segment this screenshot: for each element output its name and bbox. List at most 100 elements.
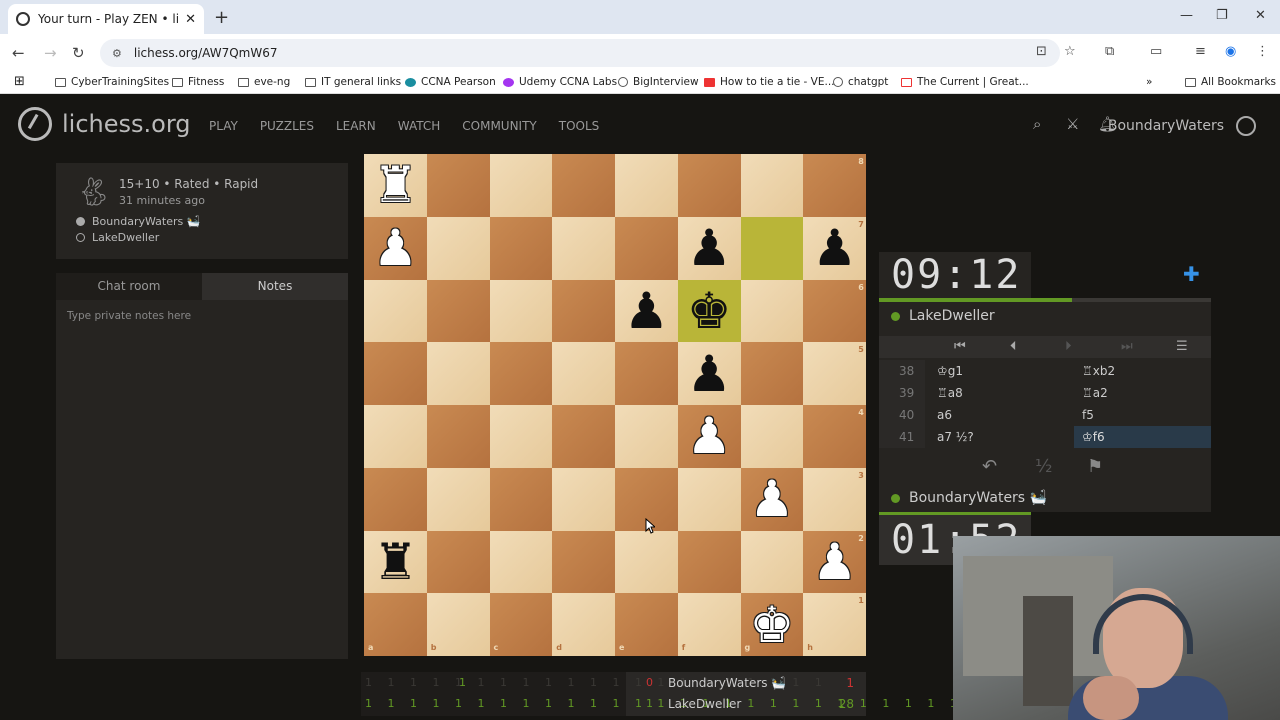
square-h6[interactable] [803,279,866,343]
white-king-icon[interactable]: ♚ [741,593,804,656]
square-c4[interactable] [489,405,553,468]
last-move-icon[interactable]: ⏭ [1121,339,1133,354]
white-pawn-icon[interactable]: ♟ [364,217,427,280]
menu-icon[interactable]: ⋮ [1256,44,1269,59]
bookmark-item[interactable]: BigInterview [618,76,699,88]
white-move[interactable]: a6 [937,404,952,426]
square-b8[interactable] [426,154,490,217]
white-rook-icon[interactable]: ♜ [364,154,427,217]
square-d2[interactable] [552,530,615,594]
square-d8[interactable] [552,154,615,217]
challenge-icon[interactable]: ⚔ [1066,115,1079,133]
forward-icon[interactable]: → [44,44,57,62]
square-b4[interactable] [426,405,490,468]
add-time-icon[interactable]: ✚ [1183,262,1200,286]
square-f2[interactable] [677,530,741,594]
apps-icon[interactable]: ⊞ [14,74,25,89]
black-pawn-icon[interactable]: ♟ [803,217,866,280]
back-icon[interactable]: ← [12,44,25,62]
square-h3[interactable] [803,467,866,531]
square-c8[interactable] [489,154,553,217]
square-e4[interactable] [615,405,678,468]
square-a5[interactable] [364,342,427,405]
square-a4[interactable] [364,405,427,468]
install-icon[interactable]: ⊡ [1036,44,1047,59]
square-h4[interactable] [803,405,866,468]
square-c1[interactable] [489,593,553,656]
square-b6[interactable] [426,279,490,343]
search-icon[interactable]: ⌕ [1033,115,1041,133]
square-d3[interactable] [552,467,615,531]
profile-icon[interactable]: ◉ [1225,44,1236,59]
square-a6[interactable] [364,279,427,343]
browser-tab[interactable]: Your turn - Play ZEN • lichess.org ✕ [8,4,204,34]
square-c2[interactable] [489,530,553,594]
square-b5[interactable] [426,342,490,405]
nav-tools[interactable]: TOOLS [559,119,600,133]
prev-move-icon[interactable]: ⏴ [1010,339,1017,354]
url-field[interactable]: ⚙ lichess.org/AW7QmW67 [100,39,1060,67]
black-pawn-icon[interactable]: ♟ [678,217,741,280]
resign-button[interactable]: ⚑ [1087,456,1103,477]
user-menu[interactable]: BoundaryWaters [1108,118,1224,134]
crosstable-p1-name[interactable]: BoundaryWaters 🛀 [668,676,786,690]
square-g8[interactable] [740,154,804,217]
notes-textarea[interactable]: Type private notes here [67,310,191,322]
bookmark-item[interactable]: eve-ng [238,76,290,88]
nav-puzzles[interactable]: PUZZLES [260,119,314,133]
square-h8[interactable] [803,154,866,217]
black-move[interactable]: ♔f6 [1074,426,1211,448]
hamburger-menu-icon[interactable]: ☰ [1176,339,1188,354]
bookmark-item[interactable]: Udemy CCNA Labs [503,76,617,88]
my-player-name[interactable]: BoundaryWaters 🛀 [891,490,1047,506]
square-b7[interactable] [426,216,490,280]
square-f8[interactable] [677,154,741,217]
square-b2[interactable] [426,530,490,594]
black-rook-icon[interactable]: ♜ [364,531,427,594]
restore-icon[interactable]: ❐ [1216,8,1228,23]
first-move-icon[interactable]: ⏮ [954,339,966,354]
all-bookmarks[interactable]: All Bookmarks [1185,76,1276,88]
square-f1[interactable] [677,593,741,656]
white-move[interactable]: ♔g1 [937,360,963,382]
square-d6[interactable] [552,279,615,343]
black-move[interactable]: ♖xb2 [1074,360,1211,382]
next-move-icon[interactable]: ⏵ [1065,339,1072,354]
square-e2[interactable] [615,530,678,594]
bookmark-item[interactable]: CyberTrainingSites [55,76,169,88]
close-window-icon[interactable]: ✕ [1255,8,1266,23]
black-pawn-icon[interactable]: ♟ [678,342,741,405]
new-tab-icon[interactable]: + [214,7,229,28]
square-c6[interactable] [489,279,553,343]
square-d5[interactable] [552,342,615,405]
minimize-icon[interactable]: — [1180,8,1193,23]
more-bookmarks-icon[interactable]: » [1146,76,1152,88]
white-pawn-icon[interactable]: ♟ [678,405,741,468]
square-g7[interactable] [740,216,804,280]
square-c7[interactable] [489,216,553,280]
white-move[interactable]: a7 ½? [937,426,974,448]
tab-chat-room[interactable]: Chat room [56,273,202,300]
square-b3[interactable] [426,467,490,531]
square-g6[interactable] [740,279,804,343]
square-g2[interactable] [740,530,804,594]
square-e8[interactable] [615,154,678,217]
black-king-icon[interactable]: ♚ [678,280,741,343]
bookmark-item[interactable]: How to tie a tie - VE... [704,76,835,88]
square-d7[interactable] [552,216,615,280]
tab-notes[interactable]: Notes [202,273,348,300]
black-pawn-icon[interactable]: ♟ [615,280,678,343]
bookmark-item[interactable]: CCNA Pearson [405,76,496,88]
bookmark-item[interactable]: The Current | Great... [901,76,1029,88]
square-d4[interactable] [552,405,615,468]
black-player-link[interactable]: LakeDweller [76,231,159,244]
square-c3[interactable] [489,467,553,531]
square-h5[interactable] [803,342,866,405]
square-c5[interactable] [489,342,553,405]
white-pawn-icon[interactable]: ♟ [803,531,866,594]
nav-learn[interactable]: LEARN [336,119,376,133]
sidepanel-icon[interactable]: ▭ [1150,44,1162,59]
square-g5[interactable] [740,342,804,405]
reload-icon[interactable]: ↻ [72,44,85,62]
draw-offer-button[interactable]: ½ [1035,456,1052,477]
